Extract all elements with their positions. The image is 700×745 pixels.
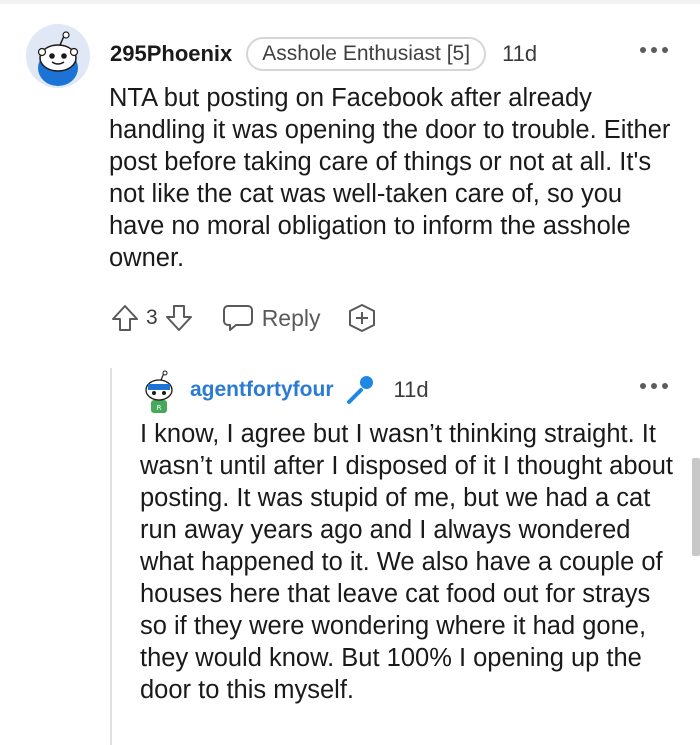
upvote-icon[interactable] [108, 301, 142, 335]
more-options-icon[interactable] [640, 47, 668, 55]
reply-button[interactable]: Reply [222, 303, 321, 333]
comment-author[interactable]: agentfortyfour [190, 378, 334, 402]
reply-label: Reply [261, 304, 321, 331]
comment-header: 295Phoenix Asshole Enthusiast [5] 11d [110, 36, 537, 72]
vote-count: 3 [146, 306, 158, 329]
scrollbar[interactable] [692, 458, 700, 556]
comment-body: I know, I agree but I wasn’t thinking st… [140, 420, 673, 704]
comment-timestamp: 11d [502, 41, 538, 66]
reply-icon [222, 305, 253, 331]
comment-body: NTA but posting on Facebook after alread… [109, 84, 671, 272]
award-icon[interactable] [345, 301, 379, 335]
comment-timestamp: 11d [393, 377, 429, 402]
comment-header: agentfortyfour 11d [190, 372, 429, 408]
user-flair: Asshole Enthusiast [5] [246, 37, 487, 71]
snoo-avatar-icon[interactable] [26, 24, 90, 88]
comment-actions: 3 Reply [108, 298, 379, 338]
more-options-icon[interactable] [640, 383, 668, 391]
microphone-icon [344, 373, 378, 407]
comment-author[interactable]: 295Phoenix [110, 41, 232, 67]
downvote-icon[interactable] [162, 301, 196, 335]
top-divider [0, 0, 700, 4]
svg-text:R: R [157, 404, 162, 412]
snoo-avatar-icon[interactable]: R [140, 370, 178, 414]
thread-line[interactable] [110, 368, 112, 745]
